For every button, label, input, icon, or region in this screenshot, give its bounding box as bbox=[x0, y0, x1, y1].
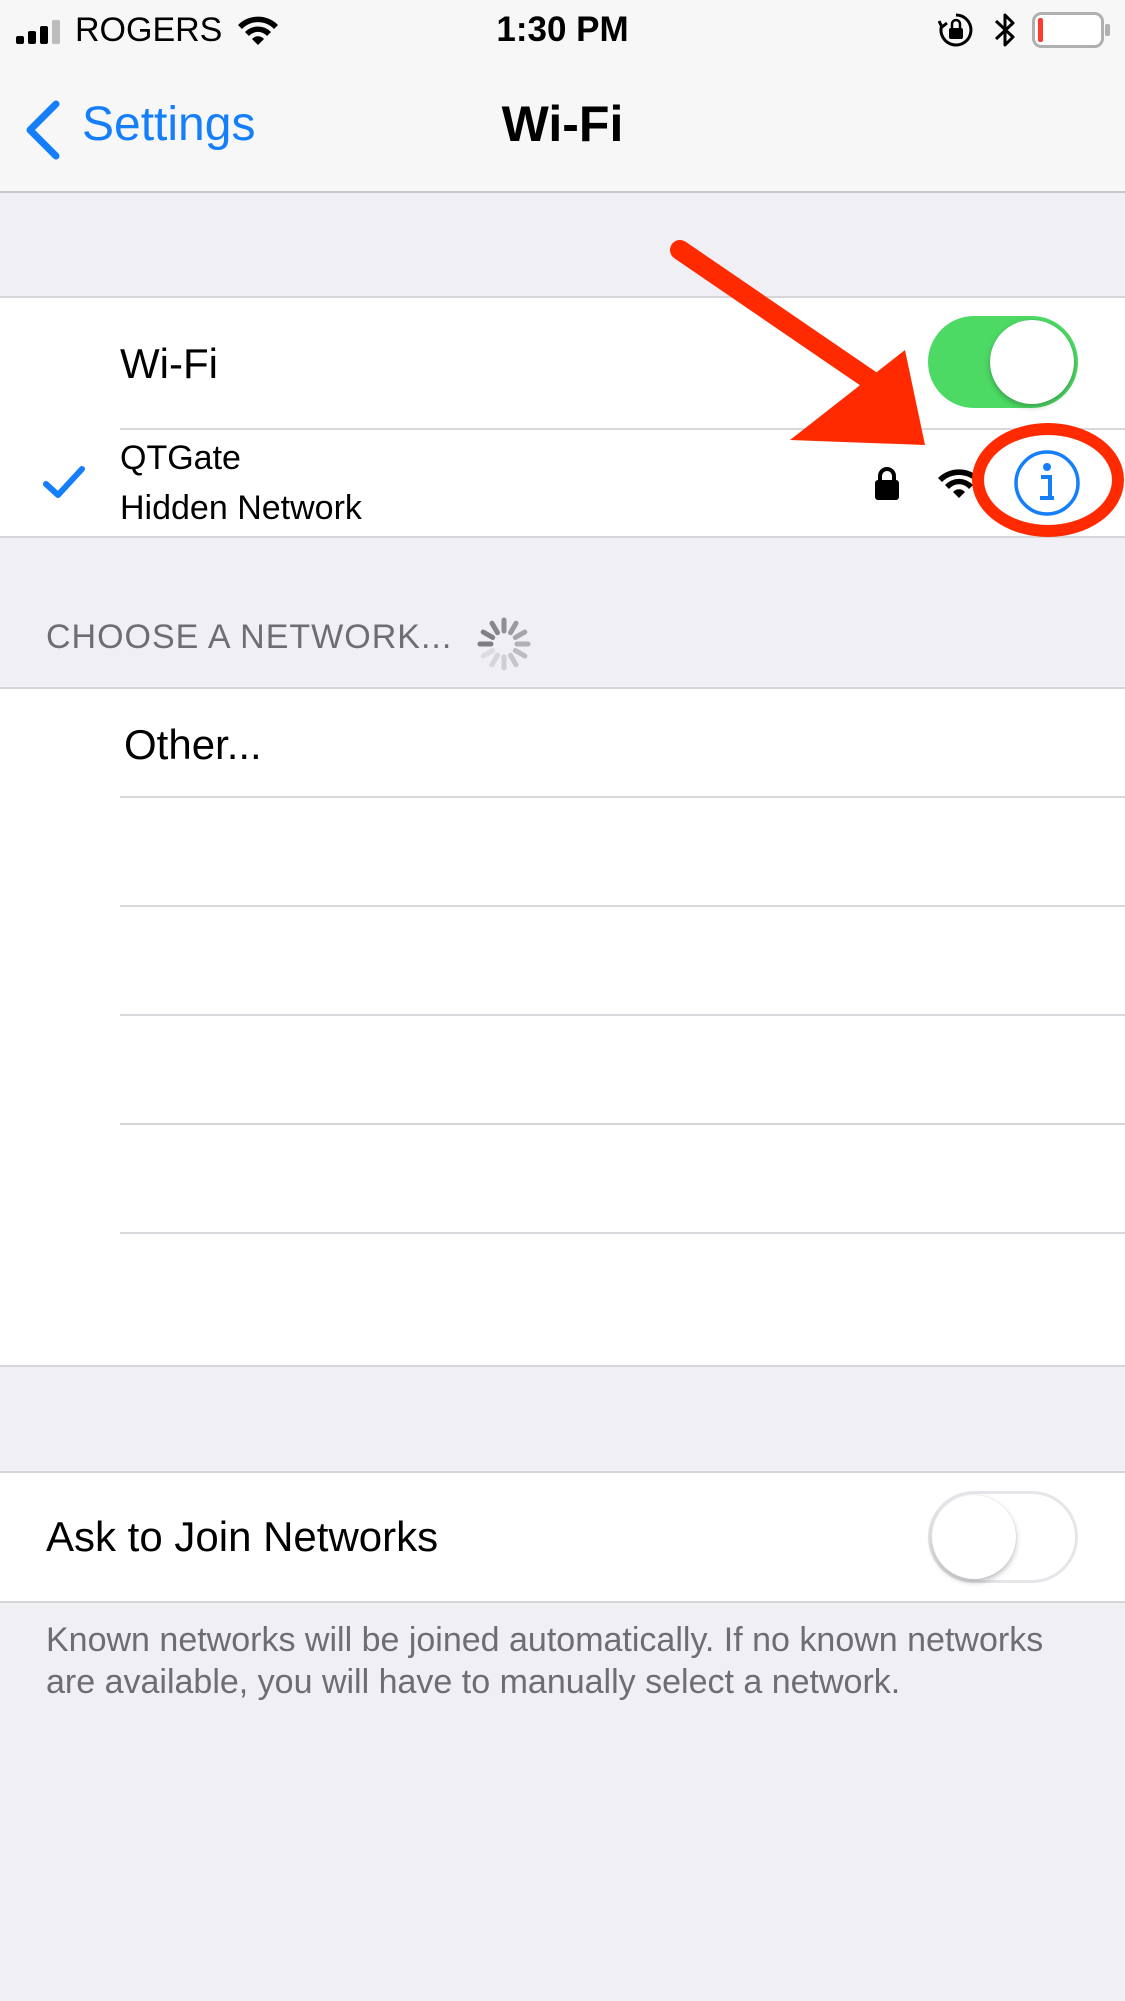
list-item bbox=[0, 798, 1125, 905]
choose-network-header: CHOOSE A NETWORK... bbox=[46, 618, 453, 656]
bluetooth-icon bbox=[994, 13, 1015, 47]
other-network-label: Other... bbox=[124, 721, 262, 768]
wifi-toggle-knob bbox=[990, 320, 1074, 404]
ask-to-join-toggle-knob bbox=[932, 1495, 1016, 1579]
list-item bbox=[0, 1234, 1125, 1363]
orientation-lock-icon bbox=[938, 13, 973, 47]
lock-icon bbox=[875, 467, 899, 500]
loading-spinner-icon bbox=[477, 617, 531, 671]
annotation-circle-icon bbox=[972, 423, 1124, 537]
list-item-other[interactable]: Other... bbox=[0, 689, 1125, 797]
status-bar: ROGERS 1:30 PM bbox=[0, 0, 1125, 60]
wifi-label: Wi-Fi bbox=[120, 340, 218, 387]
battery-icon bbox=[1032, 12, 1110, 48]
list-item bbox=[0, 907, 1125, 1014]
ask-to-join-label: Ask to Join Networks bbox=[46, 1513, 439, 1560]
navigation-bar: Settings Wi-Fi bbox=[0, 60, 1125, 193]
list-item bbox=[0, 1125, 1125, 1232]
annotation-arrow-icon bbox=[670, 240, 925, 445]
network-list-group: Other... bbox=[0, 687, 1125, 1367]
checkmark-icon bbox=[43, 466, 85, 498]
list-item bbox=[0, 1016, 1125, 1123]
network-subtitle: Hidden Network bbox=[120, 489, 362, 527]
network-name: QTGate bbox=[120, 439, 241, 477]
ask-to-join-footer: Known networks will be joined automatica… bbox=[46, 1621, 1044, 1701]
ask-to-join-toggle[interactable] bbox=[928, 1491, 1078, 1583]
page-title: Wi-Fi bbox=[501, 96, 624, 152]
ask-to-join-group: Ask to Join Networks bbox=[0, 1471, 1125, 1603]
